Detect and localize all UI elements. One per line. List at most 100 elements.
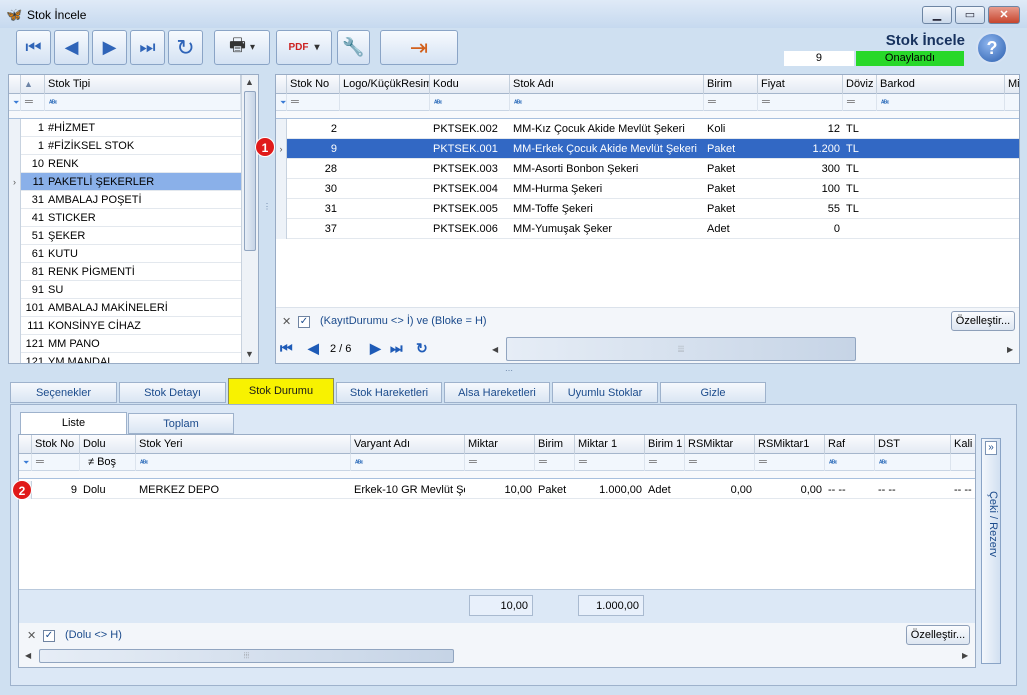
tab-alsa-hareketleri[interactable]: Alsa Hareketleri: [444, 382, 550, 403]
horizontal-splitter-handle[interactable]: ⋯: [505, 367, 525, 375]
next-record-button[interactable]: ▶: [92, 30, 127, 65]
reserve-side-panel[interactable]: » Çeki / Rezerv: [981, 438, 1001, 664]
stock-type-row[interactable]: 31 AMBALAJ POŞETİ: [9, 191, 241, 209]
dolu-filter-value[interactable]: ≠ Boş: [80, 454, 136, 471]
pager-prev-icon[interactable]: ◀: [308, 340, 319, 357]
stock-location-filter-row[interactable]: ⏷ ═ ≠ Boş ᴬᴮᶜ ᴬᴮᶜ ═ ═ ═ ═ ═ ═ ᴬᴮᶜ ᴬᴮᶜ: [19, 454, 975, 471]
column-birim[interactable]: Birim: [704, 75, 758, 94]
restore-button[interactable]: ▭: [955, 6, 985, 24]
cell-kodu: PKTSEK.001: [433, 143, 498, 155]
last-record-button[interactable]: ⏭: [130, 30, 165, 65]
splitter-handle[interactable]: ⋮: [263, 203, 271, 225]
first-record-button[interactable]: ⏮: [16, 30, 51, 65]
subtab-toplam[interactable]: Toplam: [128, 413, 234, 434]
hscroll-left-icon[interactable]: ◀: [25, 651, 31, 660]
column-birim-1[interactable]: Birim 1: [645, 435, 685, 454]
filter-enabled-checkbox[interactable]: ✓: [43, 630, 55, 642]
tab-stok-detayi[interactable]: Stok Detayı: [119, 382, 226, 403]
hscroll-right-icon[interactable]: ▶: [1007, 345, 1013, 354]
column-stok-tipi[interactable]: Stok Tipi: [45, 75, 241, 94]
tab-stok-hareketleri[interactable]: Stok Hareketleri: [336, 382, 442, 403]
hscroll-left-icon[interactable]: ◀: [492, 345, 498, 354]
stock-row[interactable]: › 9 PKTSEK.001 MM-Erkek Çocuk Akide Mevlüt …: [276, 139, 1019, 159]
column-birim[interactable]: Birim: [535, 435, 575, 454]
column-kodu[interactable]: Kodu: [430, 75, 510, 94]
minimize-button[interactable]: ▁: [922, 6, 952, 24]
left-scroll-thumb[interactable]: [244, 91, 256, 251]
tools-button[interactable]: 🔧: [337, 30, 370, 65]
clear-filter-icon[interactable]: ✕: [27, 629, 36, 642]
print-button[interactable]: 🖶 ▾: [214, 30, 270, 65]
column-varyant-adi[interactable]: Varyant Adı: [351, 435, 465, 454]
column-logo[interactable]: Logo/KüçükResim: [340, 75, 430, 94]
column-stok-yeri[interactable]: Stok Yeri: [136, 435, 351, 454]
stock-location-hscroll-thumb[interactable]: ⦙⦙⦙: [39, 649, 454, 663]
pdf-export-button[interactable]: PDF ▾: [276, 30, 332, 65]
tab-uyumlu-stoklar[interactable]: Uyumlu Stoklar: [552, 382, 658, 403]
stock-type-row[interactable]: 10 RENK: [9, 155, 241, 173]
pager-next-icon[interactable]: ▶: [370, 340, 381, 357]
subtab-liste[interactable]: Liste: [20, 412, 127, 435]
stock-type-row[interactable]: 61 KUTU: [9, 245, 241, 263]
stock-type-row[interactable]: 101 AMBALAJ MAKİNELERİ: [9, 299, 241, 317]
customize-button[interactable]: Özelleştir...: [951, 311, 1015, 331]
hscroll-right-icon[interactable]: ▶: [962, 651, 968, 660]
stock-type-row[interactable]: 1 #FİZİKSEL STOK: [9, 137, 241, 155]
filter-expression[interactable]: (KayıtDurumu <> İ) ve (Bloke = H): [320, 315, 487, 327]
stock-row[interactable]: 2 PKTSEK.002 MM-Kız Çocuk Akide Mevlüt Şek…: [276, 119, 1019, 139]
column-raf[interactable]: Raf: [825, 435, 875, 454]
left-vertical-scrollbar[interactable]: ▲ ▼: [241, 75, 258, 363]
pager-refresh-icon[interactable]: ↻: [416, 340, 428, 357]
clear-filter-icon[interactable]: ✕: [282, 315, 291, 328]
stock-row[interactable]: 37 PKTSEK.006 MM-Yumuşak Şeker Adet 0: [276, 219, 1019, 239]
cell-stock-type-name: #HİZMET: [48, 122, 96, 134]
column-stok-adi[interactable]: Stok Adı: [510, 75, 704, 94]
stock-type-row[interactable]: › 11 PAKETLİ ŞEKERLER: [9, 173, 241, 191]
stock-type-row[interactable]: 51 ŞEKER: [9, 227, 241, 245]
filter-expression[interactable]: (Dolu <> H): [65, 629, 122, 641]
refresh-button[interactable]: ↻: [168, 30, 203, 65]
stock-row[interactable]: 30 PKTSEK.004 MM-Hurma Şekeri Paket 100 TL: [276, 179, 1019, 199]
column-doviz[interactable]: Döviz: [843, 75, 877, 94]
column-dst[interactable]: DST: [875, 435, 951, 454]
scroll-down-icon[interactable]: ▼: [245, 349, 254, 359]
column-s[interactable]: [9, 75, 21, 94]
stock-type-row[interactable]: 111 KONSİNYE CİHAZ: [9, 317, 241, 335]
stock-type-row[interactable]: 1 #HİZMET: [9, 119, 241, 137]
scroll-up-icon[interactable]: ▲: [245, 77, 254, 87]
stock-type-row[interactable]: 121 YM MANDAL: [9, 353, 241, 363]
filter-enabled-checkbox[interactable]: ✓: [298, 316, 310, 328]
table-row[interactable]: 9 Dolu MERKEZ DEPO Erkek-10 GR Mevlüt Şe…: [19, 481, 975, 499]
close-button[interactable]: ✕: [988, 6, 1020, 24]
column-mi[interactable]: Mi: [1005, 75, 1019, 94]
stock-type-row[interactable]: 91 SU: [9, 281, 241, 299]
column-fiyat[interactable]: Fiyat: [758, 75, 843, 94]
stock-type-filter-row[interactable]: ⏷ ═ ᴬᴮᶜ: [9, 94, 241, 111]
column-dolu[interactable]: Dolu: [80, 435, 136, 454]
stock-list-filter-row[interactable]: ⏷ ═ ᴬᴮᶜ ᴬᴮᶜ ═ ═ ═ ᴬᴮᶜ: [276, 94, 1019, 111]
stock-row[interactable]: 28 PKTSEK.003 MM-Asorti Bonbon Şekeri Paket…: [276, 159, 1019, 179]
pager-first-icon[interactable]: ⏮: [280, 340, 293, 357]
help-button[interactable]: ?: [976, 32, 1008, 64]
column-rsmiktar[interactable]: RSMiktar: [685, 435, 755, 454]
expand-side-panel-icon[interactable]: »: [985, 441, 997, 455]
tab-gizle[interactable]: Gizle: [660, 382, 766, 403]
stock-type-row[interactable]: 121 MM PANO: [9, 335, 241, 353]
column-miktar-1[interactable]: Miktar 1: [575, 435, 645, 454]
column-rsmiktar1[interactable]: RSMiktar1: [755, 435, 825, 454]
exit-button[interactable]: ⇥: [380, 30, 458, 65]
stock-row[interactable]: 31 PKTSEK.005 MM-Toffe Şekeri Paket 55 TL: [276, 199, 1019, 219]
previous-record-button[interactable]: ◀: [54, 30, 89, 65]
customize-button[interactable]: Özelleştir...: [906, 625, 970, 645]
stock-type-row[interactable]: 41 STICKER: [9, 209, 241, 227]
pager-last-icon[interactable]: ⏭: [390, 340, 403, 357]
stock-type-row[interactable]: 81 RENK PİGMENTİ: [9, 263, 241, 281]
column-barkod[interactable]: Barkod: [877, 75, 1005, 94]
stock-list-hscroll-thumb[interactable]: ⦙⦙⦙: [506, 337, 856, 361]
tab-stok-durumu[interactable]: Stok Durumu: [228, 378, 334, 405]
column-stok-no[interactable]: Stok No: [287, 75, 340, 94]
tab-secenekler[interactable]: Seçenekler: [10, 382, 117, 403]
column-stok-no[interactable]: Stok No: [32, 435, 80, 454]
column-kali[interactable]: Kali: [951, 435, 975, 454]
column-miktar[interactable]: Miktar: [465, 435, 535, 454]
